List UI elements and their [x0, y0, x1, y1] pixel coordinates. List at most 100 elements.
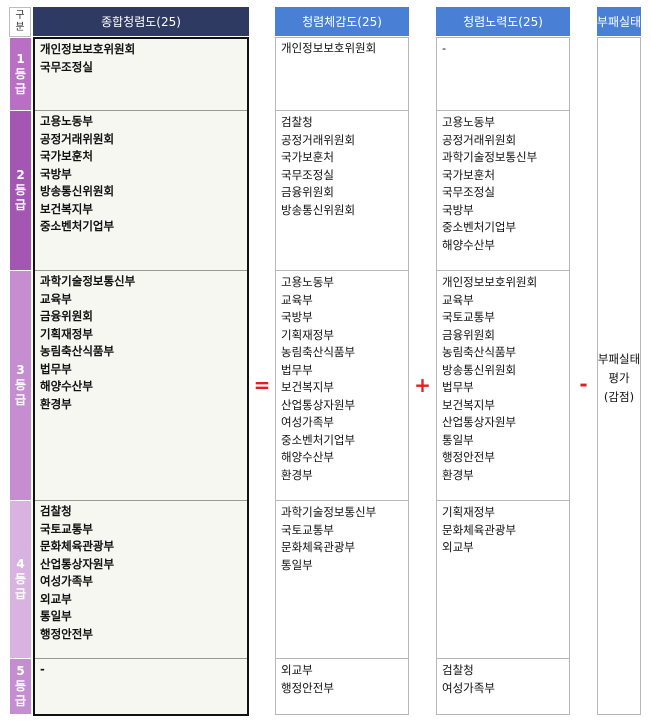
agency-name: 개인정보보호위원회 [40, 42, 136, 56]
agency-name: 방송통신위원회 [442, 362, 517, 377]
agency-name: 과학기술정보통신부 [442, 150, 538, 164]
plus-sign: + [414, 373, 431, 397]
agency-name: 교육부 [442, 292, 474, 307]
agency-name: 국토교통부 [281, 522, 334, 537]
effort-grade-5-cell: 검찰청 여성가족부 [436, 658, 570, 715]
agency-name: 고용노동부 [40, 114, 93, 128]
agency-name: 방송통신위원회 [40, 184, 115, 198]
agency-name: 국무조정실 [442, 185, 495, 199]
agency-name: 교육부 [40, 291, 72, 306]
overall-grade-1-cell: 개인정보보호위원회국무조정실 [35, 39, 247, 111]
agency-name: - [442, 41, 447, 55]
agency-name: 산업통상자원부 [442, 415, 517, 429]
agency-name: 통일부 [442, 432, 474, 447]
grade-3-char-a: 등 [14, 378, 27, 392]
agency-name: 통일부 [281, 557, 313, 572]
grade-4-number: 4 [16, 557, 25, 571]
gubun-header-char-1: 구 [15, 10, 25, 21]
grade-4-label: 4 등 급 [10, 501, 31, 659]
agency-name: 교육부 [281, 292, 313, 307]
grade-1-char-a: 등 [14, 66, 27, 81]
agency-name: 산업통상자원부 [281, 397, 356, 412]
perceived-grade-3-cell: 고용노동부 교육부 국방부 기획재정부 농림축산식품부 법무부 보건복지부 산업통상자원부 여성… [275, 270, 409, 501]
agency-name: 보건복지부 [442, 397, 495, 412]
agency-name: 환경부 [442, 467, 474, 482]
grade-5-label: 5 등 급 [10, 659, 31, 715]
overall-grade-4-cell: 검찰청 국토교통부 문화체육관광부 산업통상자원부 여성가족부 외교부 통일부 행정안전부 [35, 501, 247, 659]
agency-name: 행정안전부 [442, 450, 495, 464]
agency-name: 금융위원회 [442, 327, 495, 342]
perceived-grade-1-cell: 개인정보보호위원회 [275, 37, 409, 111]
grade-4-char-b: 급 [14, 587, 27, 601]
grade-3-label: 3 등 급 [10, 271, 31, 501]
agency-name: 중소벤처기업부 [40, 219, 115, 233]
agency-name: 법무부 [40, 361, 72, 376]
effort-grade-4-cell: 기획재정부 문화체육관광부 외교부 [436, 500, 570, 659]
overall-integrity-header: 종합청렴도(25) [33, 7, 249, 36]
agency-name: 공정거래위원회 [281, 132, 356, 147]
effort-grade-2-cell: 고용노동부 공정거래위원회 과학기술정보통신부 국가보훈처 국무조정실 국방부 중소벤처기업… [436, 110, 570, 271]
agency-name: 환경부 [40, 396, 72, 411]
effort-grade-3-cell: 개인정보보호위원회교육부국토교통부금융위원회농림축산식품부방송통신위원회법무부보… [436, 270, 570, 501]
grade-2-label: 2 등 급 [10, 111, 31, 271]
agency-name: 금융위원회 [40, 309, 93, 323]
agency-name: 문화체육관광부 [442, 522, 517, 537]
agency-name: 법무부 [442, 380, 474, 394]
agency-name: 국무조정실 [40, 59, 93, 74]
grade-5-char-b: 급 [14, 694, 27, 708]
agency-name: 외교부 [442, 540, 474, 554]
integrity-effort-header: 청렴노력도(25) [436, 7, 570, 36]
agency-name: 해양수산부 [442, 237, 495, 252]
agency-name: 환경부 [281, 467, 313, 482]
grade-5-number: 5 [16, 664, 25, 678]
agency-name: 개인정보보호위원회 [281, 41, 377, 55]
corruption-eval-line-2: 평가 [608, 371, 630, 385]
corruption-evaluation-text: 부패실태 평가 (감점) [597, 350, 641, 407]
agency-name: 외교부 [281, 663, 313, 677]
equals-sign: = [253, 373, 271, 397]
agency-name: 농림축산식품부 [442, 345, 517, 359]
grade-4-char-a: 등 [14, 572, 27, 586]
agency-name: 통일부 [40, 609, 72, 623]
agency-name: 농림축산식품부 [281, 345, 356, 359]
agency-name: 문화체육관광부 [281, 540, 356, 554]
agency-name: 국가보훈처 [442, 167, 495, 182]
agency-name: 문화체육관광부 [40, 539, 115, 553]
agency-name: 검찰청 [281, 115, 313, 129]
agency-name: 과학기술정보통신부 [281, 505, 377, 519]
gubun-header: 구 분 [9, 7, 31, 37]
agency-name: 보건복지부 [281, 380, 334, 394]
agency-name: 국방부 [40, 166, 72, 181]
agency-name: 고용노동부 [281, 275, 334, 289]
agency-name: 국무조정실 [281, 167, 334, 182]
corruption-eval-line-1: 부패실태 [597, 352, 641, 366]
agency-name: 농림축산식품부 [40, 344, 115, 358]
agency-name: 해양수산부 [281, 450, 334, 464]
agency-name: 국토교통부 [442, 310, 495, 324]
agency-name: 보건복지부 [40, 201, 93, 216]
agency-name: 법무부 [281, 362, 313, 377]
corruption-status-header: 부패실태 [597, 7, 641, 36]
agency-name: 중소벤처기업부 [442, 220, 517, 234]
agency-name: 공정거래위원회 [442, 132, 517, 147]
agency-name: 여성가족부 [442, 680, 495, 695]
agency-name: 해양수산부 [40, 379, 93, 393]
agency-name: 여성가족부 [40, 574, 93, 588]
grade-2-char-a: 등 [14, 183, 27, 197]
grade-3-char-b: 급 [14, 393, 27, 407]
agency-name: 과학기술정보통신부 [40, 274, 136, 288]
agency-name: - [40, 662, 45, 676]
perceived-grade-2-cell: 검찰청 공정거래위원회 국가보훈처 국무조정실 금융위원회 방송통신위원회 [275, 110, 409, 271]
grade-3-number: 3 [16, 363, 25, 377]
agency-name: 국가보훈처 [281, 150, 334, 164]
grade-1-char-b: 급 [14, 81, 27, 96]
grade-1-label: 1 등 급 [10, 38, 31, 111]
agency-name: 국토교통부 [40, 521, 93, 536]
grade-2-number: 2 [16, 168, 25, 182]
agency-name: 개인정보보호위원회 [442, 275, 538, 289]
corruption-eval-line-3: (감점) [603, 390, 635, 404]
agency-name: 기획재정부 [281, 327, 334, 342]
agency-name: 행정안전부 [40, 626, 93, 641]
agency-name: 기획재정부 [40, 326, 93, 341]
grade-5-char-a: 등 [14, 679, 27, 693]
